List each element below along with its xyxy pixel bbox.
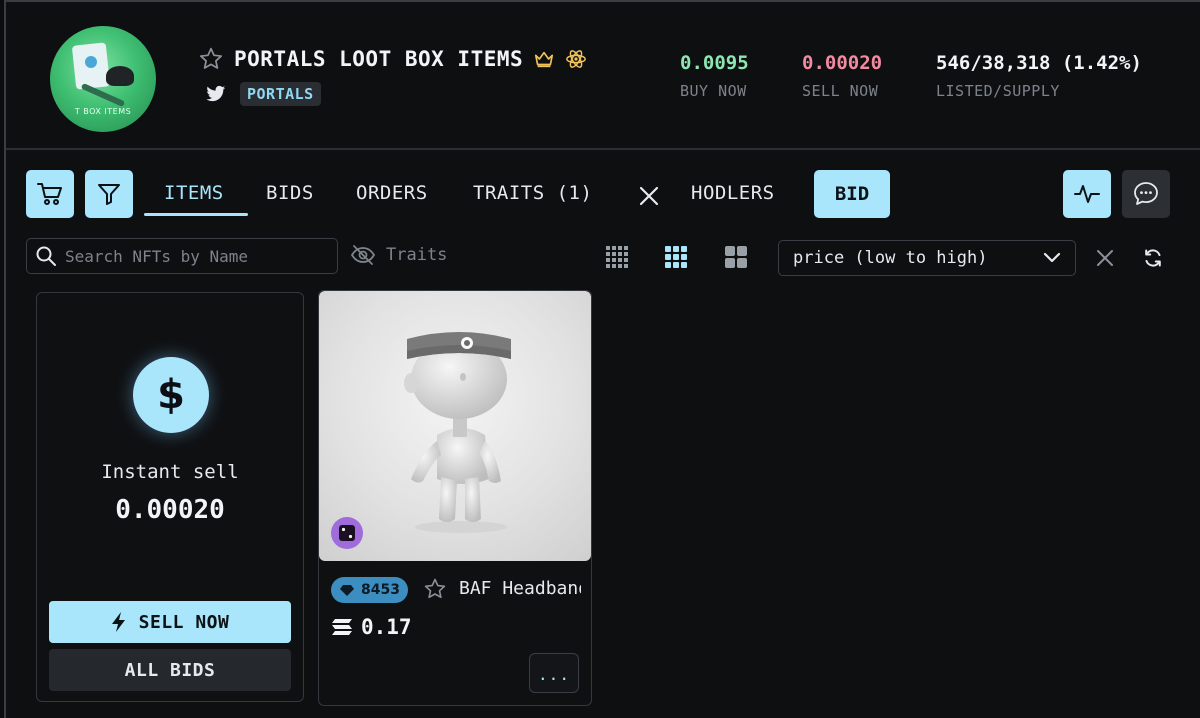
instant-sell-label: Instant sell (101, 461, 239, 483)
sell-now-button[interactable]: SELL NOW (49, 601, 291, 643)
more-options-button[interactable]: ... (529, 653, 579, 693)
nft-figure-art (404, 332, 511, 533)
app-frame: T BOX ITEMS PORTALS LOOT BOX ITEMS PORTA… (4, 0, 1200, 718)
tab-orders[interactable]: ORDERS (356, 182, 428, 204)
bolt-icon (111, 612, 125, 632)
listed-supply-label: LISTED/SUPPLY (936, 82, 1060, 100)
buy-now-value: 0.0095 (680, 52, 749, 74)
buy-now-stat: 0.0095 BUY NOW (680, 52, 749, 100)
dice-badge (331, 517, 363, 549)
grid-large-icon (725, 246, 747, 268)
eye-off-icon (350, 245, 376, 265)
sell-now-label: SELL NOW (138, 611, 230, 633)
sell-now-stat: 0.00020 SELL NOW (802, 52, 882, 100)
diamond-icon (340, 584, 354, 596)
grid-small-icon (606, 246, 628, 268)
sell-now-label: SELL NOW (802, 82, 879, 100)
search-box (26, 238, 338, 274)
tab-items-indicator (144, 213, 248, 216)
instant-sell-value: 0.00020 (115, 495, 225, 525)
avatar-label: T BOX ITEMS (74, 107, 132, 116)
close-icon[interactable] (638, 185, 660, 207)
filter-icon (98, 184, 120, 205)
instant-sell-card: $ Instant sell 0.00020 SELL NOW ALL BIDS (36, 292, 304, 702)
listed-supply-value: 546/38,318 (1.42%) (936, 52, 1142, 74)
collection-title: PORTALS LOOT BOX ITEMS (234, 47, 524, 71)
tab-items[interactable]: ITEMS (164, 182, 224, 204)
activity-button[interactable] (1063, 170, 1111, 218)
collection-avatar: T BOX ITEMS (50, 26, 156, 132)
nft-card[interactable]: 8453 BAF Headband 0.17 ... (318, 290, 592, 706)
avatar-bag-logo (85, 56, 97, 68)
avatar-helmet-art (106, 66, 134, 86)
collection-links: PORTALS (206, 82, 321, 106)
sort-select[interactable]: price (low to high) (778, 240, 1076, 276)
grid-large-button[interactable] (723, 244, 749, 270)
all-bids-button[interactable]: ALL BIDS (49, 649, 291, 691)
title-row: PORTALS LOOT BOX ITEMS (198, 46, 587, 72)
sell-now-value: 0.00020 (802, 52, 883, 74)
nft-name: BAF Headband (459, 578, 581, 599)
cart-icon (37, 183, 62, 205)
crown-icon (535, 51, 554, 68)
tab-hodlers[interactable]: HODLERS (691, 182, 775, 204)
star-icon[interactable] (198, 46, 224, 72)
grid-medium-icon (665, 246, 687, 268)
grid-medium-button[interactable] (663, 244, 689, 270)
nft-price: 0.17 (361, 615, 412, 639)
grid-small-button[interactable] (604, 244, 630, 270)
dollar-icon: $ (133, 357, 209, 433)
clear-sort-icon[interactable] (1094, 247, 1116, 269)
sort-selected-value: price (low to high) (793, 248, 988, 268)
tab-traits[interactable]: TRAITS (1) (473, 182, 592, 204)
star-icon[interactable] (423, 577, 447, 601)
collection-header: T BOX ITEMS PORTALS LOOT BOX ITEMS PORTA… (6, 2, 1200, 150)
chat-icon (1134, 182, 1158, 205)
buy-now-label: BUY NOW (680, 82, 747, 100)
atom-icon (566, 50, 587, 68)
nft-image[interactable] (319, 291, 591, 561)
rarity-rank-badge: 8453 (331, 577, 408, 603)
activity-icon (1074, 185, 1100, 203)
rarity-rank: 8453 (361, 582, 400, 598)
search-input[interactable] (65, 246, 325, 266)
traits-toggle[interactable]: Traits (350, 244, 447, 266)
chat-button[interactable] (1122, 170, 1170, 218)
dice-icon (339, 525, 355, 541)
bid-button[interactable]: BID (814, 170, 890, 218)
filter-button[interactable] (85, 170, 133, 218)
search-icon (36, 246, 56, 266)
nft-price-row: 0.17 (331, 615, 412, 639)
chevron-down-icon (1043, 252, 1061, 263)
tab-bids[interactable]: BIDS (266, 182, 314, 204)
listed-supply-stat: 546/38,318 (1.42%) LISTED/SUPPLY (936, 52, 1142, 100)
solana-icon (332, 619, 352, 635)
collection-tag[interactable]: PORTALS (240, 82, 321, 106)
refresh-icon[interactable] (1142, 247, 1164, 269)
twitter-icon[interactable] (206, 85, 226, 103)
traits-toggle-label: Traits (386, 245, 448, 265)
cart-button[interactable] (26, 170, 74, 218)
